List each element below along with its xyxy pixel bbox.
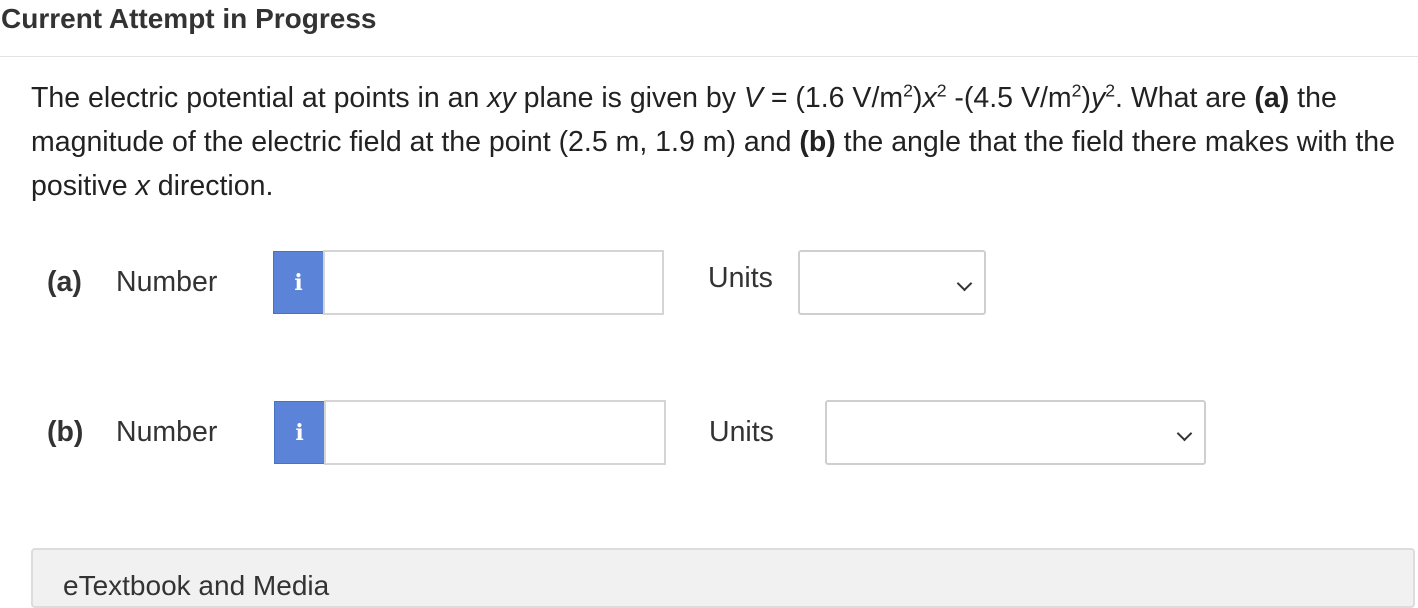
chevron-down-icon xyxy=(956,275,973,292)
question-text: The electric potential at points in an x… xyxy=(31,80,1395,202)
etextbook-panel[interactable]: eTextbook and Media xyxy=(31,548,1415,608)
number-input-a[interactable] xyxy=(323,250,664,315)
part-b-label: (b) xyxy=(47,416,84,448)
answer-row-b: (b) Number i Units xyxy=(0,400,1418,470)
units-label-a: Units xyxy=(708,262,773,294)
part-a-label: (a) xyxy=(47,266,82,298)
page-header: Current Attempt in Progress xyxy=(0,0,1418,57)
units-label-b: Units xyxy=(709,416,774,448)
etextbook-label: eTextbook and Media xyxy=(63,570,330,601)
units-select-b[interactable] xyxy=(825,400,1206,465)
number-label-a: Number xyxy=(116,266,218,298)
info-icon[interactable]: i xyxy=(274,401,325,464)
page-title: Current Attempt in Progress xyxy=(1,3,377,34)
answer-row-a: (a) Number i Units xyxy=(0,250,1418,320)
number-label-b: Number xyxy=(116,416,218,448)
chevron-down-icon xyxy=(1176,425,1193,442)
units-select-a[interactable] xyxy=(798,250,986,315)
info-icon[interactable]: i xyxy=(273,251,324,314)
number-input-b[interactable] xyxy=(324,400,666,465)
